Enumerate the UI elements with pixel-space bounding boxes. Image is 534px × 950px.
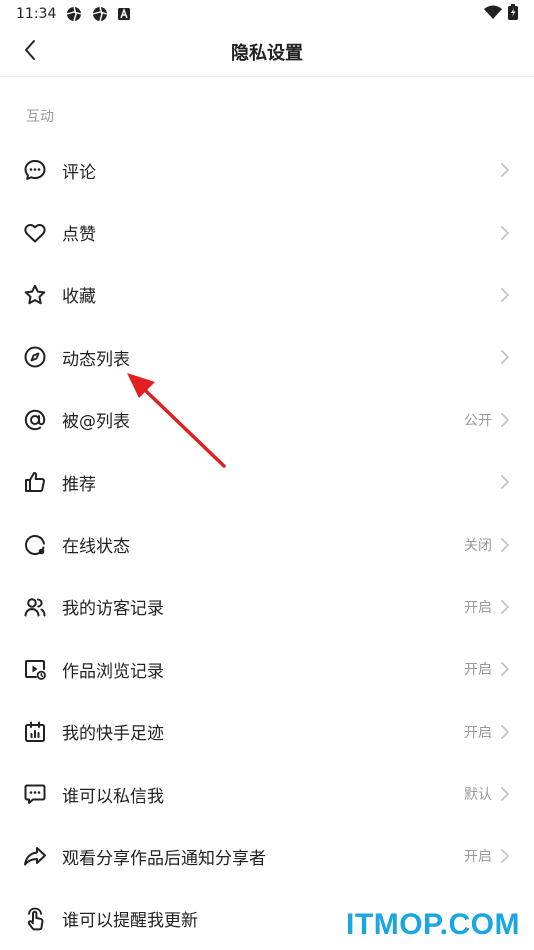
- setting-value: 开启: [464, 599, 492, 616]
- chevron-right-icon: [498, 785, 512, 803]
- setting-label: 我的快手足迹: [62, 724, 164, 745]
- setting-value: 开启: [464, 662, 492, 679]
- setting-value: 默认: [464, 787, 492, 804]
- status-right: [484, 4, 518, 24]
- setting-label: 评论: [62, 162, 96, 183]
- setting-row-share-notify[interactable]: 观看分享作品后通知分享者 开启: [0, 825, 534, 887]
- back-button[interactable]: [14, 36, 46, 68]
- setting-row-comment[interactable]: 评论: [0, 139, 534, 201]
- setting-label: 作品浏览记录: [62, 661, 164, 682]
- aperture-icon: [66, 6, 82, 22]
- status-left: 11:34: [16, 6, 131, 22]
- wifi-icon: [484, 5, 502, 23]
- setting-label: 在线状态: [62, 537, 130, 558]
- font-a-icon: [118, 8, 131, 20]
- setting-label: 动态列表: [62, 349, 130, 370]
- visitors-icon: [22, 594, 48, 620]
- setting-value: 关闭: [464, 537, 492, 554]
- battery-charging-icon: [508, 4, 518, 24]
- chevron-right-icon: [498, 660, 512, 678]
- section-title: 互动: [26, 109, 54, 125]
- chevron-right-icon: [498, 224, 512, 242]
- chevron-right-icon: [498, 598, 512, 616]
- setting-row-recommend[interactable]: 推荐: [0, 451, 534, 513]
- heart-icon: [22, 220, 48, 246]
- header: 隐私设置: [0, 28, 534, 77]
- setting-value: 公开: [464, 412, 492, 429]
- chevron-right-icon: [498, 161, 512, 179]
- setting-row-works-history[interactable]: 作品浏览记录 开启: [0, 638, 534, 700]
- settings-list: 评论 点赞 收藏 动态列表 被@列表 公开 推荐 在线状态 关闭 我的访客记录 …: [0, 139, 534, 950]
- setting-label: 点赞: [62, 225, 96, 246]
- setting-row-footprint[interactable]: 我的快手足迹 开启: [0, 701, 534, 763]
- setting-row-feed-list[interactable]: 动态列表: [0, 326, 534, 388]
- chevron-right-icon: [498, 411, 512, 429]
- online-status-icon: [22, 532, 48, 558]
- setting-row-mentions[interactable]: 被@列表 公开: [0, 389, 534, 451]
- chevron-right-icon: [498, 473, 512, 491]
- chevron-right-icon: [498, 723, 512, 741]
- setting-label: 观看分享作品后通知分享者: [62, 848, 266, 869]
- at-icon: [22, 407, 48, 433]
- share-icon: [22, 843, 48, 869]
- setting-row-private-message[interactable]: 谁可以私信我 默认: [0, 763, 534, 825]
- setting-value: 开启: [464, 849, 492, 866]
- setting-label: 收藏: [62, 287, 96, 308]
- status-time: 11:34: [16, 6, 57, 22]
- chevron-right-icon: [498, 348, 512, 366]
- setting-label: 被@列表: [62, 412, 130, 433]
- back-arrow-icon: [23, 39, 37, 65]
- chevron-right-icon: [498, 536, 512, 554]
- star-icon: [22, 282, 48, 308]
- setting-label: 我的访客记录: [62, 599, 164, 620]
- chevron-right-icon: [498, 847, 512, 865]
- page-title: 隐私设置: [231, 43, 303, 64]
- thumbs-up-icon: [22, 469, 48, 495]
- aperture-icon: [92, 6, 108, 22]
- video-history-icon: [22, 656, 48, 682]
- setting-row-visitors[interactable]: 我的访客记录 开启: [0, 576, 534, 638]
- chevron-right-icon: [498, 286, 512, 304]
- setting-row-online-status[interactable]: 在线状态 关闭: [0, 513, 534, 575]
- setting-row-like[interactable]: 点赞: [0, 201, 534, 263]
- touch-icon: [22, 906, 48, 932]
- setting-label: 推荐: [62, 474, 96, 495]
- setting-row-favorite[interactable]: 收藏: [0, 264, 534, 326]
- watermark-logo: ITMOP.COM: [342, 906, 524, 944]
- setting-label: 谁可以私信我: [62, 786, 164, 807]
- comment-icon: [22, 157, 48, 183]
- message-icon: [22, 781, 48, 807]
- calendar-icon: [22, 719, 48, 745]
- compass-icon: [22, 344, 48, 370]
- setting-value: 开启: [464, 724, 492, 741]
- status-bar: 11:34: [0, 0, 534, 28]
